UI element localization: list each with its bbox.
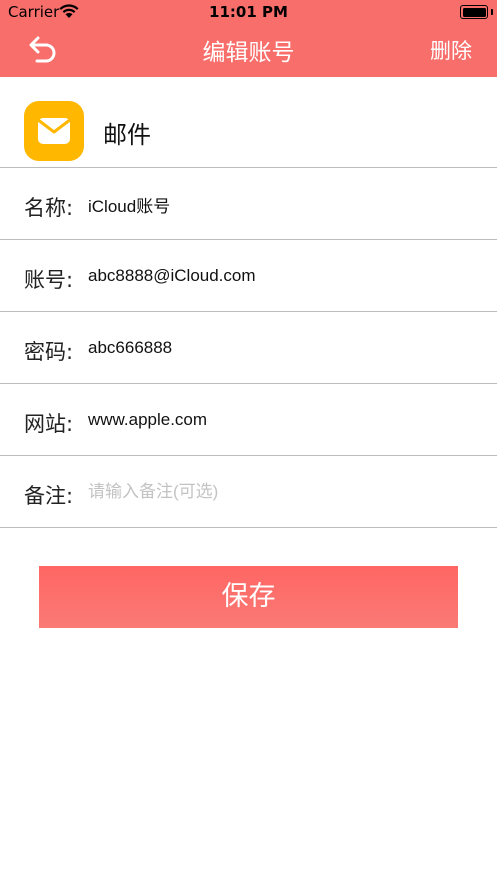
navigation-bar: Carrier 11:01 PM 编辑账号 删除: [0, 0, 497, 77]
mail-envelope-icon: [24, 101, 84, 161]
field-website: 网站:: [0, 384, 497, 456]
field-name: 名称:: [0, 168, 497, 240]
account-type-row: 邮件: [0, 77, 497, 168]
field-label: 备注:: [24, 484, 74, 508]
field-label: 名称:: [24, 196, 74, 220]
website-input[interactable]: [88, 402, 468, 438]
page-title: 编辑账号: [202, 40, 295, 66]
save-button[interactable]: 保存: [39, 566, 458, 628]
field-label: 账号:: [24, 268, 74, 292]
field-label: 网站:: [24, 412, 74, 436]
name-input[interactable]: [88, 186, 468, 222]
field-password: 密码:: [0, 312, 497, 384]
password-input[interactable]: [88, 330, 468, 366]
field-label: 密码:: [24, 340, 74, 364]
field-account: 账号:: [0, 240, 497, 312]
note-input[interactable]: [88, 474, 468, 510]
status-bar: Carrier 11:01 PM: [0, 0, 497, 26]
field-note: 备注:: [0, 456, 497, 528]
account-input[interactable]: [88, 258, 468, 294]
clock: 11:01 PM: [209, 3, 288, 21]
battery-icon: [460, 5, 488, 19]
account-type-name: 邮件: [103, 121, 151, 149]
battery-tip: [491, 9, 493, 15]
delete-button[interactable]: 删除: [430, 35, 472, 65]
